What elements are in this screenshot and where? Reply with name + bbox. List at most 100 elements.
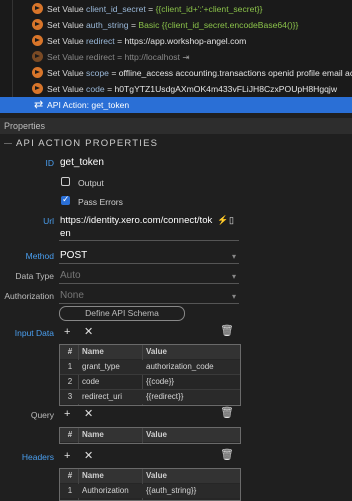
col-name-header: Name	[82, 430, 104, 439]
input-data-table: # Name Value 1 grant_type authorization_…	[59, 344, 241, 406]
authorization-select[interactable]: None	[60, 290, 84, 301]
url-input-line2[interactable]: en	[60, 228, 71, 239]
tree-line	[12, 0, 13, 97]
play-icon	[32, 51, 43, 62]
add-icon[interactable]: +	[64, 327, 70, 338]
step-set-value[interactable]: Set Value auth_string = Basic {{client_i…	[32, 17, 352, 33]
chevron-down-icon[interactable]: ▾	[232, 272, 236, 281]
id-input[interactable]: get_token	[60, 157, 104, 168]
step-eq: =	[107, 84, 113, 94]
row-value[interactable]: authorization_code	[146, 360, 214, 374]
play-icon	[32, 67, 43, 78]
data-type-select[interactable]: Auto	[60, 270, 81, 281]
play-icon	[32, 83, 43, 94]
method-label: Method	[25, 251, 54, 261]
col-value-header: Value	[146, 471, 167, 480]
step-type: Set Value	[47, 68, 84, 78]
trash-icon[interactable]: 🗑	[220, 450, 234, 461]
row-value[interactable]: {{redirect}}	[146, 390, 183, 404]
col-num-header: #	[67, 471, 73, 480]
step-value: offline_access accounting.transactions o…	[118, 68, 352, 78]
row-value[interactable]: {{code}}	[146, 375, 174, 389]
close-icon[interactable]: ✕	[84, 327, 93, 338]
chevron-down-icon[interactable]: ▾	[232, 292, 236, 301]
disabled-icon: ⇥	[182, 52, 190, 62]
url-input-line1[interactable]: https://identity.xero.com/connect/tok	[60, 215, 212, 226]
input-data-label: Input Data	[14, 328, 54, 338]
row-num: 1	[67, 486, 73, 495]
col-num-header: #	[67, 430, 73, 439]
row-num: 3	[67, 392, 73, 401]
row-name[interactable]: redirect_uri	[82, 390, 122, 404]
step-value: Basic {{client_id_secret.encodeBase64()}…	[138, 20, 299, 30]
headers-table: # Name Value 1 Authorization {{auth_stri…	[59, 468, 241, 501]
output-label: Output	[78, 178, 104, 188]
col-name-header: Name	[82, 471, 104, 480]
step-type: Set Value	[47, 4, 84, 14]
row-value[interactable]: {{auth_string}}	[146, 484, 196, 498]
id-label: ID	[45, 158, 55, 168]
data-type-label: Data Type	[15, 271, 54, 281]
step-key: auth_string	[86, 20, 129, 30]
authorization-label: Authorization	[4, 291, 54, 301]
row-num: 1	[67, 362, 73, 371]
output-checkbox[interactable]	[61, 177, 70, 186]
step-type: Set Value	[47, 20, 84, 30]
step-eq: =	[111, 68, 117, 78]
steps-panel: Set Value client_id_secret = {{client_id…	[0, 0, 352, 113]
pass-errors-checkbox[interactable]	[61, 194, 70, 205]
data-type-underline	[59, 283, 239, 284]
play-icon	[32, 35, 43, 46]
step-eq: =	[117, 52, 123, 62]
col-value-header: Value	[146, 430, 167, 439]
trash-icon[interactable]: 🗑	[220, 326, 234, 337]
step-value: h0TgYTZ1UsdgAXmOK4m433vFLiJH8CzxPOUpH8Hg…	[114, 84, 338, 94]
query-table: # Name Value	[59, 427, 241, 444]
add-icon[interactable]: +	[64, 409, 70, 420]
method-underline	[59, 263, 239, 264]
col-num-header: #	[67, 347, 73, 356]
close-icon[interactable]: ✕	[84, 409, 93, 420]
step-key: redirect	[86, 52, 115, 62]
step-key: redirect	[86, 36, 115, 46]
trash-icon[interactable]: 🗑	[220, 408, 234, 419]
method-select[interactable]: POST	[60, 250, 87, 261]
clipboard-icon[interactable]: ▯	[229, 215, 234, 226]
url-label: Url	[43, 216, 54, 226]
step-set-value[interactable]: Set Value scope = offline_access account…	[32, 65, 352, 81]
query-label: Query	[30, 410, 54, 420]
step-eq: =	[130, 20, 136, 30]
col-name-header: Name	[82, 347, 104, 356]
step-label: API Action: get_token	[47, 100, 130, 110]
step-key: client_id_secret	[86, 4, 146, 14]
play-icon	[32, 19, 43, 30]
close-icon[interactable]: ✕	[84, 451, 93, 462]
authorization-underline	[59, 303, 239, 304]
step-key: scope	[86, 68, 109, 78]
step-set-value-disabled[interactable]: Set Value redirect = http://localhost ⇥	[32, 49, 352, 65]
step-set-value[interactable]: Set Value client_id_secret = {{client_id…	[32, 1, 352, 17]
chevron-down-icon[interactable]: ▾	[232, 252, 236, 261]
properties-header: Properties	[0, 118, 352, 134]
step-eq: =	[117, 36, 123, 46]
add-icon[interactable]: +	[64, 451, 70, 462]
dynamic-data-icon[interactable]: ⚡	[217, 215, 228, 226]
step-type: Set Value	[47, 84, 84, 94]
step-set-value[interactable]: Set Value code = h0TgYTZ1UsdgAXmOK4m433v…	[32, 81, 352, 97]
swap-icon: ⇄	[34, 99, 44, 111]
headers-label: Headers	[21, 452, 54, 462]
col-value-header: Value	[146, 347, 167, 356]
step-key: code	[86, 84, 105, 94]
step-set-value[interactable]: Set Value redirect = https://app.worksho…	[32, 33, 352, 49]
define-api-schema-button[interactable]: Define API Schema	[59, 306, 185, 321]
row-name[interactable]: Authorization	[82, 484, 129, 498]
row-name[interactable]: code	[82, 375, 99, 389]
step-type: Set Value	[47, 36, 84, 46]
step-value: http://localhost	[124, 52, 180, 62]
step-value: {{client_id+':'+client_secret}}	[155, 4, 263, 14]
pass-errors-label: Pass Errors	[78, 197, 123, 207]
step-type: Set Value	[47, 52, 84, 62]
step-api-action[interactable]: ⇄ API Action: get_token	[32, 97, 352, 113]
step-value: https://app.workshop-angel.com	[124, 36, 247, 46]
row-name[interactable]: grant_type	[82, 360, 120, 374]
